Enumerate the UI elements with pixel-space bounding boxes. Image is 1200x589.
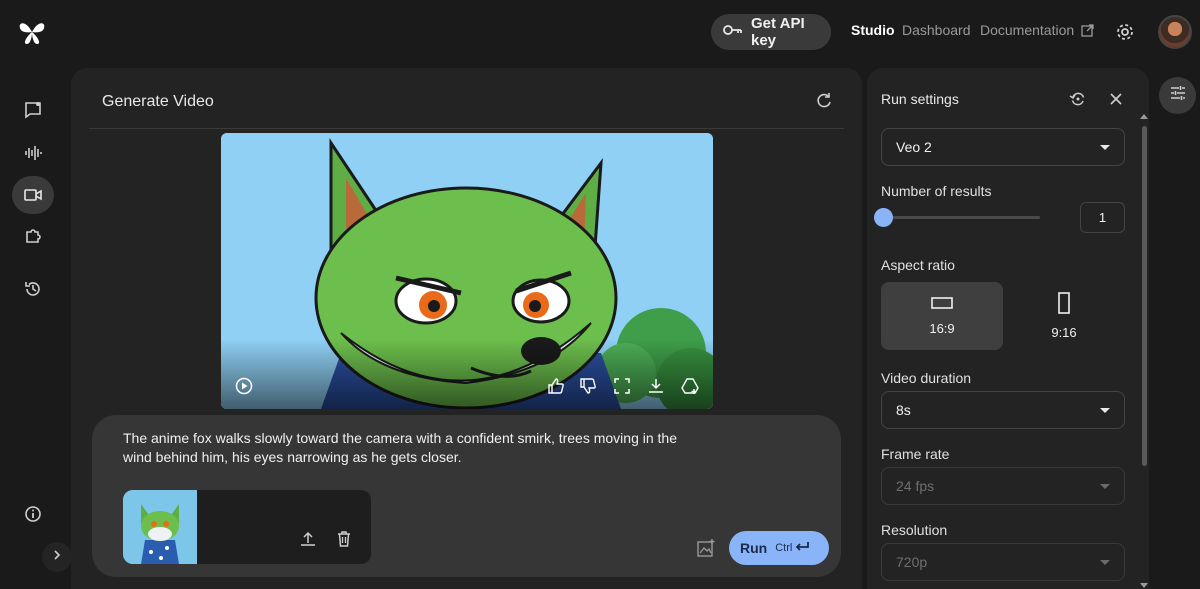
resolution-value: 720p (896, 554, 928, 570)
nav-studio[interactable]: Studio (851, 22, 895, 38)
resolution-label: Resolution (881, 522, 948, 538)
aspect-16-9-option[interactable]: 16:9 (881, 282, 1003, 350)
video-duration-value: 8s (896, 402, 911, 418)
run-label: Run (740, 540, 768, 556)
get-api-key-button[interactable]: Get API key (711, 14, 831, 50)
model-value: Veo 2 (896, 139, 932, 155)
app-logo-icon[interactable] (16, 16, 48, 48)
nav-documentation[interactable]: Documentation (980, 22, 1094, 40)
key-icon (723, 23, 743, 41)
page-title: Generate Video (102, 93, 214, 110)
reset-settings-icon[interactable] (1069, 90, 1087, 108)
aspect-9-16-label: 9:16 (1051, 325, 1077, 340)
delete-icon[interactable] (335, 530, 353, 548)
chevron-down-icon (1100, 484, 1110, 489)
frame-rate-value: 24 fps (896, 478, 935, 494)
video-preview[interactable] (221, 133, 713, 409)
toggle-run-settings-button[interactable] (1159, 77, 1196, 114)
fullscreen-icon[interactable] (613, 377, 631, 395)
chevron-down-icon (1100, 560, 1110, 565)
audio-icon[interactable] (22, 142, 44, 164)
info-icon[interactable] (22, 503, 44, 525)
settings-scrollbar[interactable] (1142, 126, 1147, 466)
run-shortcut: Ctrl (775, 541, 810, 556)
video-duration-label: Video duration (881, 370, 972, 386)
generate-video-panel: Generate Video The anime fox walks slowl… (71, 68, 862, 589)
play-icon[interactable] (235, 377, 253, 395)
chevron-down-icon (1100, 408, 1110, 413)
frame-rate-select[interactable]: 24 fps (881, 467, 1125, 505)
prompt-input[interactable]: The anime fox walks slowly toward the ca… (92, 415, 841, 577)
divider (89, 128, 844, 129)
aspect-9-16-option[interactable]: 9:16 (1003, 282, 1125, 350)
results-label: Number of results (881, 183, 992, 199)
prompt-text[interactable]: The anime fox walks slowly toward the ca… (123, 429, 683, 467)
results-slider-handle[interactable] (874, 208, 893, 227)
close-icon[interactable] (1107, 90, 1125, 108)
video-icon[interactable] (22, 184, 44, 206)
nav-dashboard[interactable]: Dashboard (902, 22, 971, 38)
tune-icon (1169, 84, 1187, 107)
portrait-icon (1057, 292, 1071, 317)
upload-icon[interactable] (299, 530, 317, 548)
run-shortcut-label: Ctrl (775, 542, 793, 554)
run-settings-panel: Run settings Veo 2 Number of results 1 A… (867, 68, 1149, 589)
aspect-16-9-label: 16:9 (929, 321, 955, 336)
external-link-icon (1081, 24, 1094, 40)
extensions-icon[interactable] (22, 225, 44, 247)
results-number-input[interactable]: 1 (1080, 202, 1125, 233)
add-image-icon[interactable] (696, 538, 716, 558)
nav-documentation-label: Documentation (980, 22, 1075, 38)
refresh-icon[interactable] (815, 92, 833, 110)
run-button[interactable]: Run Ctrl (729, 531, 829, 565)
model-select[interactable]: Veo 2 (881, 128, 1125, 166)
chat-icon[interactable] (22, 99, 44, 121)
run-settings-title: Run settings (881, 91, 959, 107)
landscape-icon (931, 296, 953, 313)
scroll-up-arrow-icon[interactable] (1140, 114, 1148, 119)
reference-image-thumbnail[interactable] (123, 490, 197, 564)
video-controls-overlay (221, 339, 713, 409)
thumbs-down-icon[interactable] (579, 377, 597, 395)
api-key-label: Get API key (751, 15, 805, 49)
results-slider-track[interactable] (881, 216, 1040, 219)
frame-rate-label: Frame rate (881, 446, 950, 462)
aspect-ratio-label: Aspect ratio (881, 257, 955, 273)
expand-rail-button[interactable] (42, 542, 72, 572)
download-icon[interactable] (647, 377, 665, 395)
resolution-select[interactable]: 720p (881, 543, 1125, 581)
scroll-down-arrow-icon[interactable] (1140, 583, 1148, 588)
thumbs-up-icon[interactable] (547, 377, 565, 395)
settings-gear-icon[interactable] (1114, 21, 1136, 43)
chevron-down-icon (1100, 145, 1110, 150)
enter-key-icon (794, 541, 810, 556)
drive-icon[interactable] (681, 377, 699, 395)
reference-image-card (123, 490, 371, 564)
history-icon[interactable] (22, 278, 44, 300)
chevron-right-icon (52, 548, 62, 566)
video-duration-select[interactable]: 8s (881, 391, 1125, 429)
user-avatar[interactable] (1158, 15, 1192, 49)
